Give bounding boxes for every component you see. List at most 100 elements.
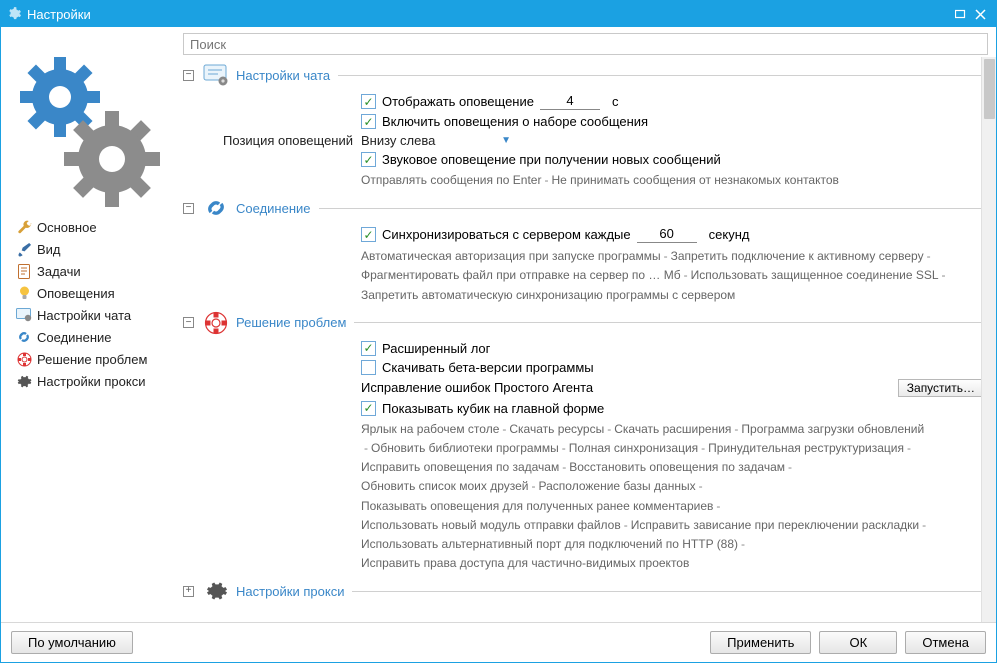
label-show-notify: Отображать оповещение: [382, 94, 534, 109]
nav-item-proxy[interactable]: Настройки прокси: [11, 370, 175, 392]
nav-label: Соединение: [37, 330, 112, 345]
checkbox-sync[interactable]: ✓: [361, 227, 376, 242]
close-button[interactable]: [970, 5, 990, 23]
nav-item-troubleshoot[interactable]: Решение проблем: [11, 348, 175, 370]
option-link[interactable]: Показывать оповещения для полученных ран…: [361, 497, 713, 516]
chat-settings-icon: [202, 63, 230, 87]
section-title: Решение проблем: [236, 315, 346, 330]
link-icon: [202, 196, 230, 220]
option-link[interactable]: Использовать новый модуль отправки файло…: [361, 516, 621, 535]
gears-illustration: [1, 31, 179, 216]
collapse-toggle[interactable]: −: [183, 317, 194, 328]
footer: По умолчанию Применить ОК Отмена: [1, 622, 996, 662]
maximize-button[interactable]: [950, 5, 970, 23]
lifebuoy-icon: [15, 351, 33, 367]
run-button[interactable]: Запустить…: [898, 379, 984, 397]
scrollbar[interactable]: [981, 57, 996, 622]
option-link[interactable]: Использовать защищенное соединение SSL: [691, 266, 939, 285]
option-link[interactable]: Восстановить оповещения по задачам: [569, 458, 785, 477]
doc-icon: [15, 263, 33, 279]
nav-label: Задачи: [37, 264, 81, 279]
section-title: Соединение: [236, 201, 311, 216]
label-position: Позиция оповещений: [211, 133, 361, 148]
nav-item-chat[interactable]: Настройки чата: [11, 304, 175, 326]
collapse-toggle[interactable]: −: [183, 70, 194, 81]
option-link[interactable]: Исправить зависание при переключении рас…: [631, 516, 919, 535]
expand-toggle[interactable]: +: [183, 586, 194, 597]
chevron-down-icon: ▼: [501, 135, 511, 146]
section-chat: − Настройки чата ✓ Отображать оповещение: [183, 63, 988, 190]
cancel-button[interactable]: Отмена: [905, 631, 986, 654]
apply-button[interactable]: Применить: [710, 631, 811, 654]
nav-label: Решение проблем: [37, 352, 147, 367]
nav-label: Основное: [37, 220, 97, 235]
unit-seconds: секунд: [709, 227, 750, 242]
nav-label: Вид: [37, 242, 61, 257]
input-sync-seconds[interactable]: [637, 226, 697, 243]
checkbox-ext-log[interactable]: ✓: [361, 341, 376, 356]
option-link[interactable]: Программа загрузки обновлений: [741, 420, 924, 439]
chat-settings-icon: [15, 307, 33, 323]
nav-label: Оповещения: [37, 286, 115, 301]
select-value: Внизу слева: [361, 133, 501, 148]
option-link[interactable]: Использовать альтернативный порт для под…: [361, 535, 738, 554]
input-notify-seconds[interactable]: [540, 93, 600, 110]
select-position[interactable]: Внизу слева ▼: [361, 133, 511, 148]
settings-icon: [7, 7, 21, 21]
option-link[interactable]: Скачать расширения: [614, 420, 731, 439]
option-link[interactable]: Не принимать сообщения от незнакомых кон…: [551, 171, 838, 190]
section-proxy: + Настройки прокси: [183, 579, 988, 603]
nav-item-main[interactable]: Основное: [11, 216, 175, 238]
option-link[interactable]: Автоматическая авторизация при запуске п…: [361, 247, 661, 266]
gear-icon: [15, 373, 33, 389]
label-typing-notify: Включить оповещения о наборе сообщения: [382, 114, 648, 129]
defaults-button[interactable]: По умолчанию: [11, 631, 133, 654]
wrench-icon: [15, 219, 33, 235]
nav-item-notifications[interactable]: Оповещения: [11, 282, 175, 304]
label-beta: Скачивать бета-версии программы: [382, 360, 594, 375]
option-link[interactable]: Исправить оповещения по задачам: [361, 458, 559, 477]
label-show-cube: Показывать кубик на главной форме: [382, 401, 604, 416]
section-connection: − Соединение ✓ Синхронизироваться с серв…: [183, 196, 988, 305]
bulb-icon: [15, 285, 33, 301]
conn-links: Автоматическая авторизация при запуске п…: [361, 247, 988, 305]
scrollbar-thumb[interactable]: [984, 59, 995, 119]
nav-item-connection[interactable]: Соединение: [11, 326, 175, 348]
checkbox-sound-notify[interactable]: ✓: [361, 152, 376, 167]
brush-icon: [15, 241, 33, 257]
section-troubleshoot: − Решение проблем ✓ Расширенный лог: [183, 311, 988, 574]
troub-links: Ярлык на рабочем столе - Скачать ресурсы…: [361, 420, 931, 574]
option-link[interactable]: Скачать ресурсы: [509, 420, 604, 439]
nav-label: Настройки чата: [37, 308, 131, 323]
window-title: Настройки: [27, 7, 950, 22]
option-link[interactable]: Отправлять сообщения по Enter: [361, 171, 541, 190]
option-link[interactable]: Запретить автоматическую синхронизацию п…: [361, 286, 735, 305]
label-sound-notify: Звуковое оповещение при получении новых …: [382, 152, 721, 167]
label-ext-log: Расширенный лог: [382, 341, 490, 356]
search-input[interactable]: [183, 33, 988, 55]
section-title: Настройки прокси: [236, 584, 344, 599]
option-link[interactable]: Принудительная реструктуризация: [708, 439, 904, 458]
checkbox-show-cube[interactable]: ✓: [361, 401, 376, 416]
titlebar: Настройки: [1, 1, 996, 27]
nav-list: Основное Вид Задачи Оповещения Настройки…: [1, 216, 179, 392]
option-link[interactable]: Исправить права доступа для частично-вид…: [361, 554, 689, 573]
section-title: Настройки чата: [236, 68, 330, 83]
link-icon: [15, 329, 33, 345]
option-link[interactable]: Фрагментировать файл при отправке на сер…: [361, 266, 681, 285]
checkbox-beta[interactable]: [361, 360, 376, 375]
sidebar: Основное Вид Задачи Оповещения Настройки…: [1, 27, 179, 622]
nav-item-view[interactable]: Вид: [11, 238, 175, 260]
label-fix-agent: Исправление ошибок Простого Агента: [361, 380, 593, 395]
option-link[interactable]: Обновить библиотеки программы: [371, 439, 559, 458]
option-link[interactable]: Обновить список моих друзей: [361, 477, 529, 496]
ok-button[interactable]: ОК: [819, 631, 897, 654]
checkbox-typing-notify[interactable]: ✓: [361, 114, 376, 129]
option-link[interactable]: Запретить подключение к активному сервер…: [671, 247, 924, 266]
collapse-toggle[interactable]: −: [183, 203, 194, 214]
nav-item-tasks[interactable]: Задачи: [11, 260, 175, 282]
checkbox-show-notify[interactable]: ✓: [361, 94, 376, 109]
option-link[interactable]: Ярлык на рабочем столе: [361, 420, 499, 439]
option-link[interactable]: Полная синхронизация: [569, 439, 698, 458]
option-link[interactable]: Расположение базы данных: [539, 477, 696, 496]
